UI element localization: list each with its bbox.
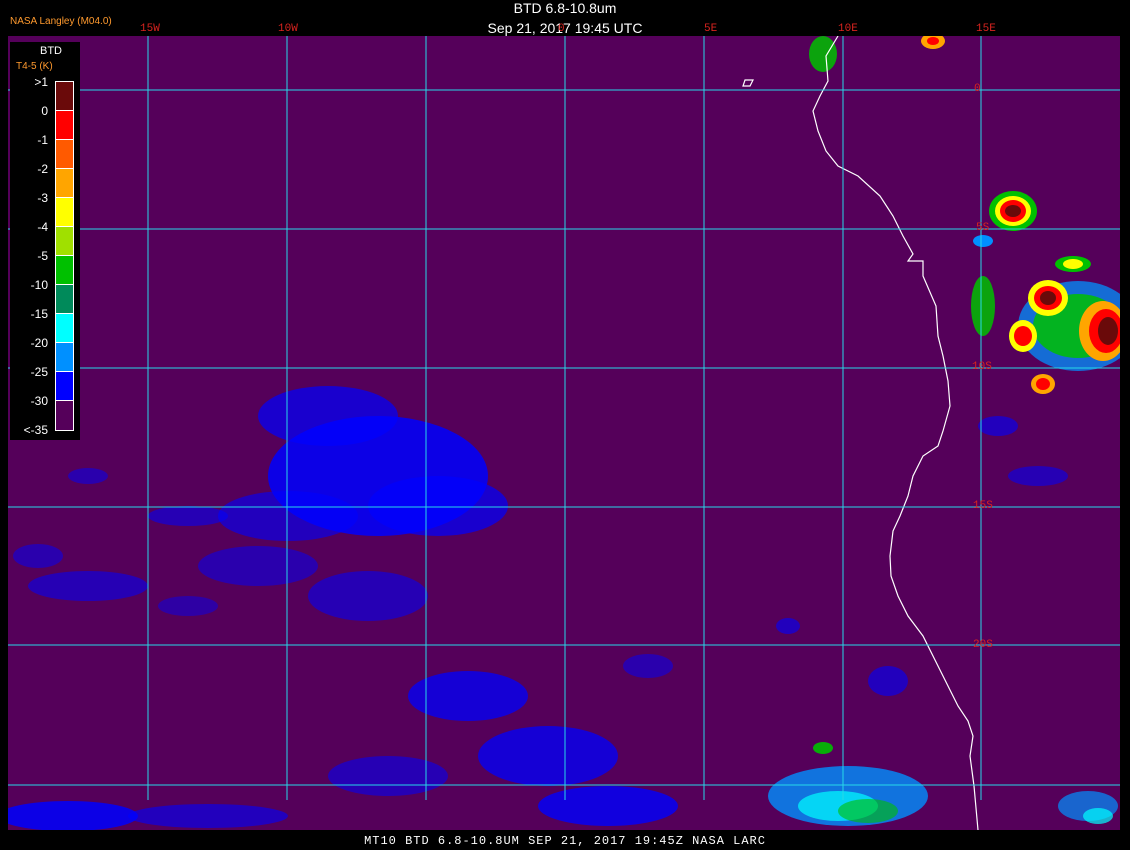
- lon-label-15e: 15E: [976, 23, 996, 35]
- lat-label-20s: 20S: [973, 639, 993, 651]
- lon-label-15w: 15W: [140, 23, 160, 35]
- legend-swatch: [55, 226, 74, 257]
- footer-caption: MT10 BTD 6.8-10.8UM SEP 21, 2017 19:45Z …: [364, 834, 766, 848]
- lon-label-0: 0: [558, 23, 565, 35]
- lon-label-10e: 10E: [838, 23, 858, 35]
- legend-subtitle: T4-5 (K): [16, 61, 53, 72]
- legend-swatch: [55, 81, 74, 112]
- legend-tick-label: -15: [30, 307, 48, 321]
- legend-tick-label: -1: [37, 133, 48, 147]
- legend-tick-label: -30: [30, 394, 48, 408]
- color-legend: BTD T4-5 (K) >1 0 -1 -2 -3 -4 -5 -10 -15 -20 -25 -3…: [10, 42, 80, 440]
- legend-swatch: [55, 284, 74, 315]
- map-canvas: [8, 36, 1120, 830]
- lat-label-15s: 15S: [973, 500, 993, 512]
- coastline: [742, 36, 979, 830]
- lon-label-5e: 5E: [704, 23, 718, 35]
- lon-label-10w: 10W: [278, 23, 298, 35]
- legend-swatch: [55, 313, 74, 344]
- legend-swatch: [55, 139, 74, 170]
- cloud-field-west: [8, 386, 1068, 830]
- legend-swatch: [55, 110, 74, 141]
- lat-label-10s: 10S: [972, 361, 992, 373]
- legend-tick-label: <-35: [23, 423, 48, 437]
- legend-tick-label: -5: [37, 249, 48, 263]
- legend-swatch: [55, 400, 74, 431]
- credit-label: NASA Langley (M04.0): [10, 16, 112, 27]
- cloud-field-southeast: [768, 742, 1118, 826]
- legend-tick-label: -25: [30, 365, 48, 379]
- timestamp: Sep 21, 2017 19:45 UTC: [487, 20, 643, 36]
- legend-swatch: [55, 168, 74, 199]
- legend-swatch: [55, 342, 74, 373]
- lat-label-0: 0: [974, 83, 981, 95]
- legend-tick-label: -10: [30, 278, 48, 292]
- legend-tick-label: -2: [37, 162, 48, 176]
- legend-title: BTD: [40, 45, 62, 57]
- legend-tick-label: 0: [41, 104, 48, 118]
- legend-swatch: [55, 255, 74, 286]
- legend-tick-label: -3: [37, 191, 48, 205]
- legend-tick-label: >1: [34, 75, 48, 89]
- graticule: [8, 36, 1120, 800]
- satellite-map: [8, 36, 1120, 830]
- legend-tick-label: -4: [37, 220, 48, 234]
- legend-swatch: [55, 371, 74, 402]
- chart-title: BTD 6.8-10.8um: [513, 0, 617, 16]
- lat-label-5s: 5S: [976, 222, 990, 234]
- legend-tick-label: -20: [30, 336, 48, 350]
- legend-swatch: [55, 197, 74, 228]
